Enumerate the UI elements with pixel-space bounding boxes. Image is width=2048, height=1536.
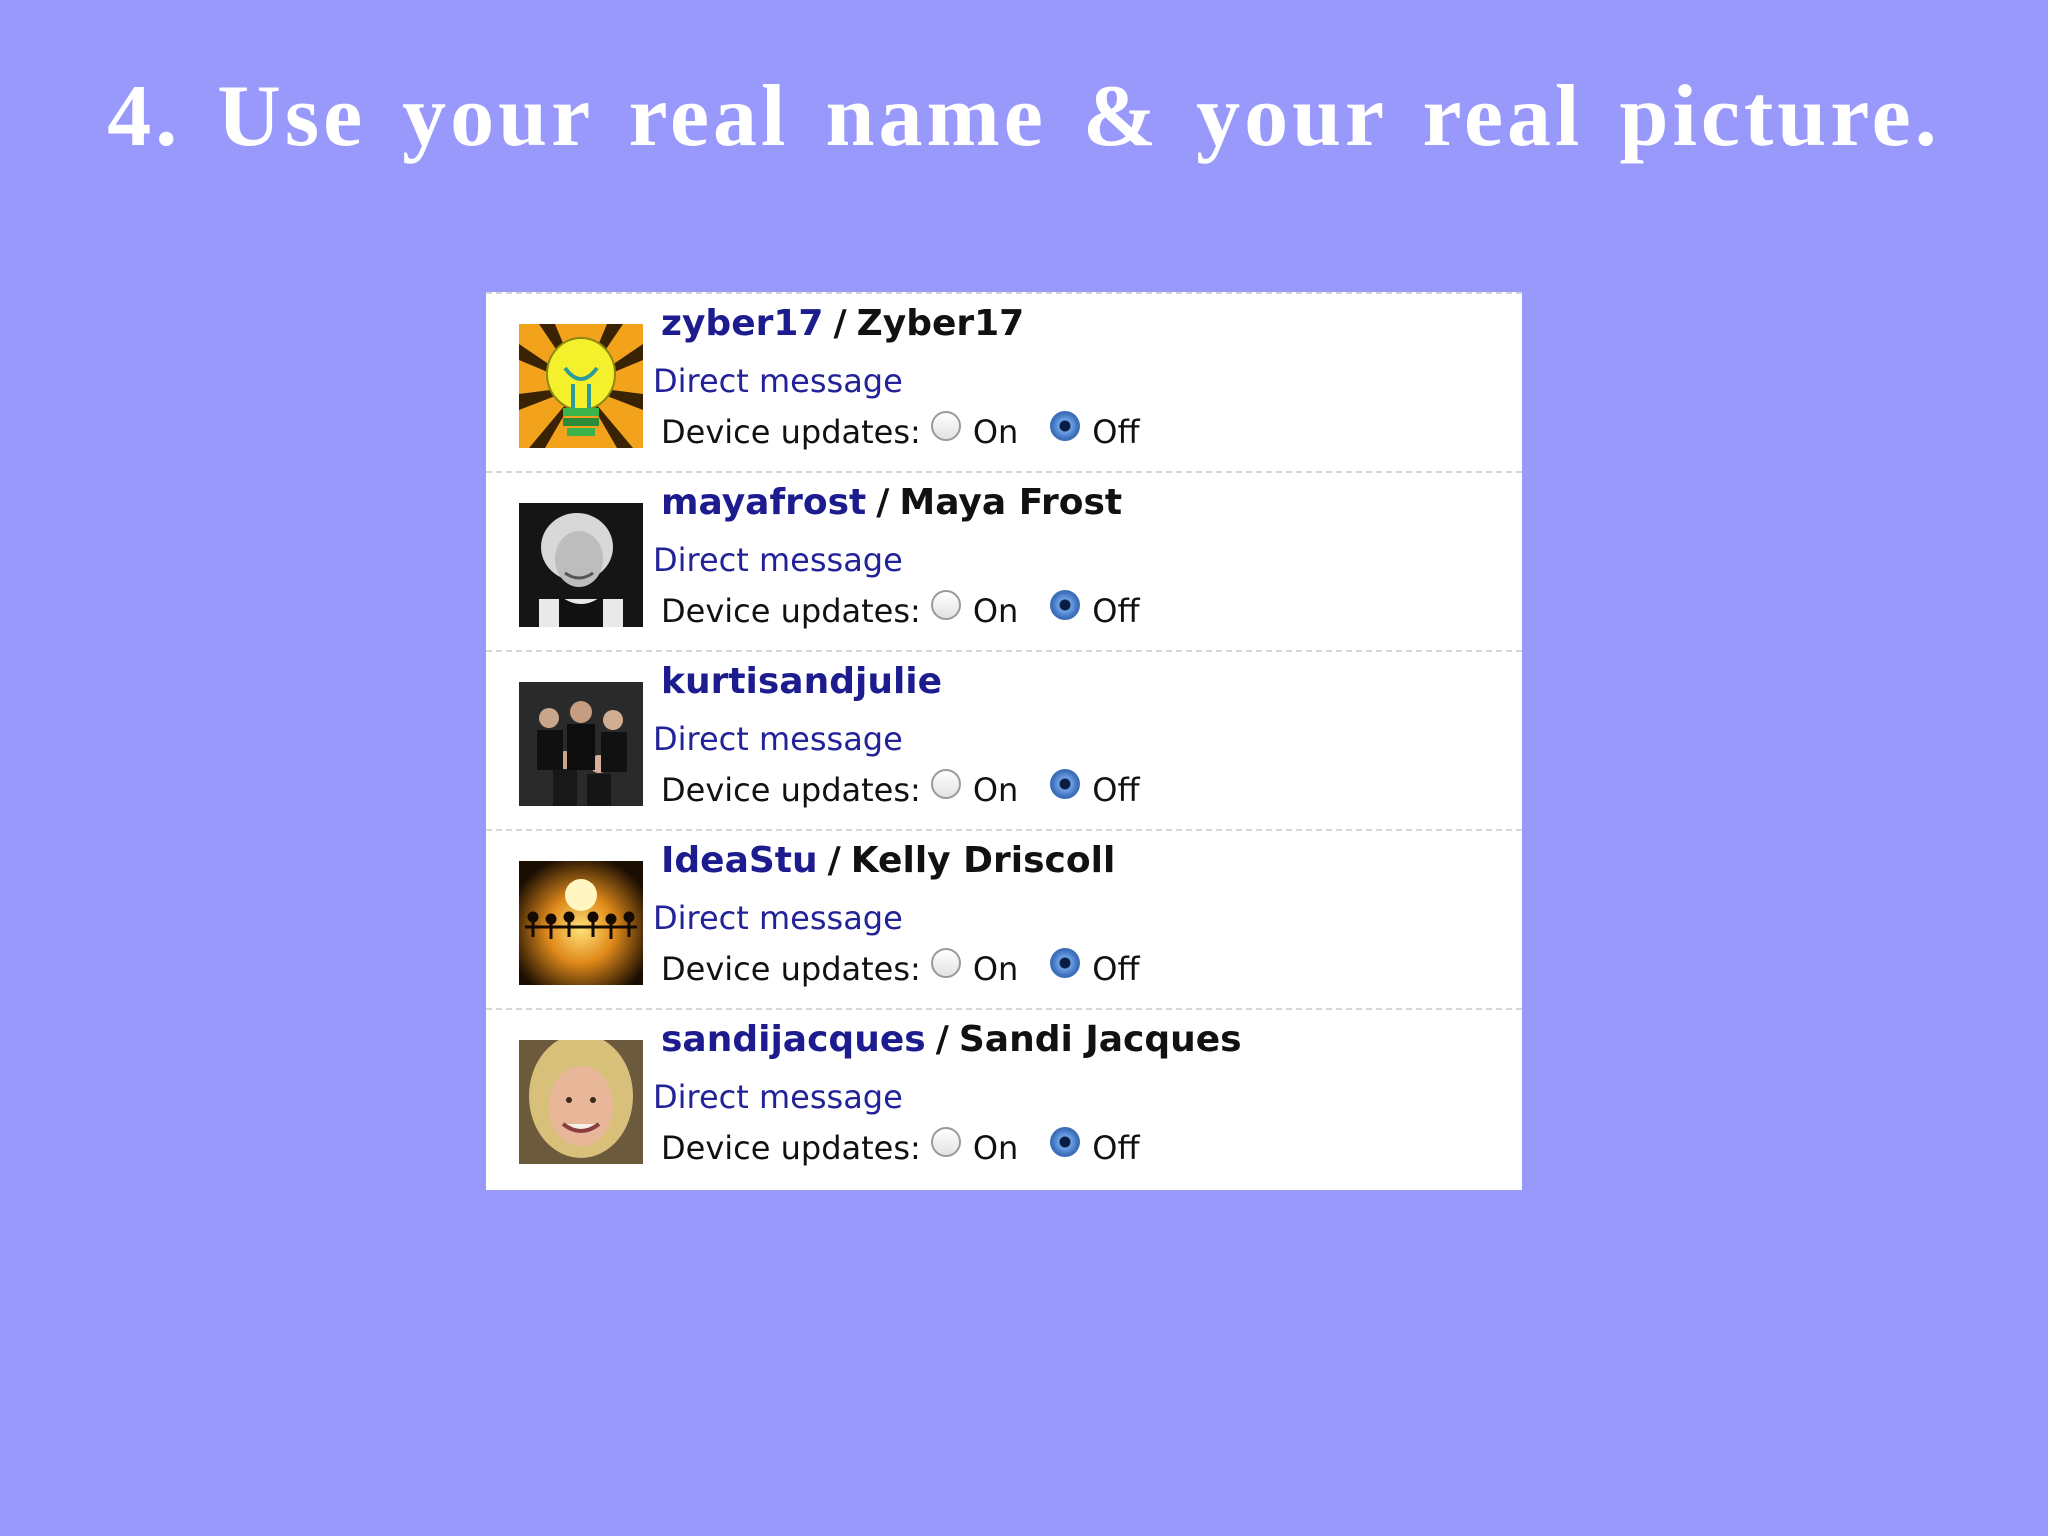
list-item: kurtisandjulie Direct message Device upd… [486, 650, 1522, 829]
radio-off-selected[interactable] [1050, 948, 1081, 978]
full-name: Sandi Jacques [958, 1019, 1242, 1060]
radio-off-selected[interactable] [1050, 769, 1081, 799]
name-separator: / [833, 303, 847, 344]
name-separator: / [827, 840, 841, 881]
device-updates-label: Device updates: [661, 592, 921, 630]
device-updates: Device updates: On Off [661, 769, 1140, 810]
device-updates-label: Device updates: [661, 1129, 921, 1167]
radio-off-selected[interactable] [1050, 1127, 1081, 1157]
direct-message-link[interactable]: Direct message [653, 898, 903, 938]
device-updates: Device updates: On Off [661, 590, 1140, 631]
radio-off-selected[interactable] [1050, 411, 1081, 441]
device-updates-label: Device updates: [661, 771, 921, 809]
device-updates: Device updates: On Off [661, 948, 1140, 989]
radio-off-selected[interactable] [1050, 590, 1081, 620]
lightbulb-icon[interactable] [519, 324, 643, 448]
name-line: IdeaStu / Kelly Driscoll [661, 839, 1115, 883]
device-updates-off-option[interactable]: Off [1050, 1127, 1140, 1168]
device-updates-on-option[interactable]: On [930, 590, 1019, 631]
following-list: zyber17/Zyber17 Direct message Device up… [486, 292, 1522, 1190]
on-label: On [972, 950, 1019, 988]
device-updates-on-option[interactable]: On [930, 769, 1019, 810]
full-name: Zyber17 [856, 303, 1025, 344]
radio-on[interactable] [930, 769, 961, 799]
name-separator: / [935, 1019, 949, 1060]
on-label: On [972, 1129, 1019, 1167]
full-name: Maya Frost [899, 482, 1123, 523]
direct-message-link[interactable]: Direct message [653, 1077, 903, 1117]
on-label: On [972, 771, 1019, 809]
device-updates-off-option[interactable]: Off [1050, 590, 1140, 631]
list-item: zyber17/Zyber17 Direct message Device up… [486, 292, 1522, 471]
on-label: On [972, 413, 1019, 451]
on-label: On [972, 592, 1019, 630]
device-updates: Device updates: On Off [661, 1127, 1140, 1168]
device-updates-off-option[interactable]: Off [1050, 769, 1140, 810]
name-line: zyber17/Zyber17 [661, 302, 1024, 346]
username-link[interactable]: zyber17 [661, 303, 823, 344]
device-updates: Device updates: On Off [661, 411, 1140, 452]
username-link[interactable]: IdeaStu [661, 840, 818, 881]
name-line: mayafrost / Maya Frost [661, 481, 1122, 525]
portrait-photo[interactable] [519, 1040, 643, 1164]
radio-on[interactable] [930, 1127, 961, 1157]
device-updates-off-option[interactable]: Off [1050, 948, 1140, 989]
slide-title: 4. Use your real name & your real pictur… [107, 68, 1941, 165]
list-item: mayafrost / Maya Frost Direct message Devi… [486, 471, 1522, 650]
off-label: Off [1092, 413, 1140, 451]
people-silhouette-icon[interactable] [519, 861, 643, 985]
device-updates-on-option[interactable]: On [930, 948, 1019, 989]
device-updates-on-option[interactable]: On [930, 411, 1019, 452]
direct-message-link[interactable]: Direct message [653, 540, 903, 580]
direct-message-link[interactable]: Direct message [653, 361, 903, 401]
username-link[interactable]: sandijacques [661, 1019, 926, 1060]
portrait-photo[interactable] [519, 503, 643, 627]
username-link[interactable]: kurtisandjulie [661, 661, 942, 702]
list-item: sandijacques / Sandi Jacques Direct messag… [486, 1008, 1522, 1187]
radio-on[interactable] [930, 948, 961, 978]
radio-on[interactable] [930, 411, 961, 441]
radio-on[interactable] [930, 590, 961, 620]
off-label: Off [1092, 771, 1140, 809]
name-line: kurtisandjulie [661, 660, 942, 704]
name-line: sandijacques / Sandi Jacques [661, 1018, 1242, 1062]
name-separator: / [876, 482, 890, 523]
list-item: IdeaStu / Kelly Driscoll Direct message De… [486, 829, 1522, 1008]
off-label: Off [1092, 592, 1140, 630]
device-updates-off-option[interactable]: Off [1050, 411, 1140, 452]
full-name: Kelly Driscoll [850, 840, 1116, 881]
device-updates-on-option[interactable]: On [930, 1127, 1019, 1168]
device-updates-label: Device updates: [661, 950, 921, 988]
off-label: Off [1092, 1129, 1140, 1167]
direct-message-link[interactable]: Direct message [653, 719, 903, 759]
family-photo[interactable] [519, 682, 643, 806]
username-link[interactable]: mayafrost [661, 482, 866, 523]
device-updates-label: Device updates: [661, 413, 921, 451]
off-label: Off [1092, 950, 1140, 988]
